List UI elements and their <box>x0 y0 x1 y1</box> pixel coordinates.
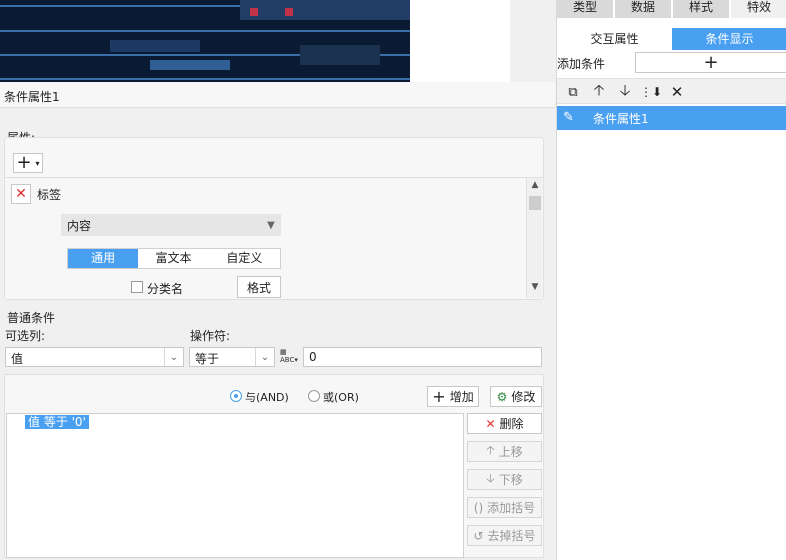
tab-style[interactable]: 样式 <box>673 0 729 18</box>
format-button[interactable]: 格式 <box>237 276 281 298</box>
move-down-label: 下移 <box>498 473 523 487</box>
delete-attribute-button[interactable]: ✕ <box>11 184 31 204</box>
arrow-down-icon[interactable]: 🡣 <box>615 81 635 102</box>
plus-icon: + <box>16 152 32 173</box>
tab-custom[interactable]: 自定义 <box>209 249 280 268</box>
condition-attribute-item[interactable]: ✎ 条件属性1 <box>557 106 786 130</box>
arrow-down-icon: 🡣 <box>486 471 495 485</box>
sort-down-icon[interactable]: ⋮⬇ <box>640 82 662 102</box>
plus-icon: + <box>432 386 446 406</box>
column-select-value: 值 <box>11 352 24 366</box>
copy-icon[interactable]: ⧉ <box>563 82 583 102</box>
move-up-button[interactable]: 🡡 上移 <box>467 441 542 462</box>
tab-general[interactable]: 通用 <box>68 249 139 268</box>
category-checkbox[interactable] <box>131 281 143 293</box>
scroll-down-icon[interactable]: ▼ <box>527 282 543 294</box>
category-checkbox-label: 分类名 <box>147 282 184 296</box>
value-input[interactable]: 0 <box>303 347 542 367</box>
attributes-group: + ▾ ✕ 标签 内容 ▼ 通用 富文本 自定义 分类名 格式 ▲ ▼ <box>4 137 544 300</box>
chevron-down-icon: ⌄ <box>164 348 183 366</box>
delete-condition-button[interactable]: ✕ 删除 <box>467 413 542 434</box>
right-panel: 类型 数据 样式 特效 交互属性 条件显示 添加条件 + ⧉ 🡡 🡣 ⋮⬇ ✕ … <box>556 0 786 560</box>
close-icon: ✕ <box>485 416 496 431</box>
tab-type[interactable]: 类型 <box>557 0 613 18</box>
add-parenthesis-label: 添加括号 <box>487 501 536 515</box>
add-condition-plus-button[interactable]: + <box>635 52 786 73</box>
and-label: 与(AND) <box>245 391 289 404</box>
arrow-up-icon[interactable]: 🡡 <box>589 81 609 102</box>
chart-preview-image <box>0 0 410 82</box>
attribute-list: ✕ 标签 内容 ▼ 通用 富文本 自定义 分类名 格式 ▲ ▼ <box>5 177 543 299</box>
radio-dot <box>234 394 238 398</box>
add-condition-button[interactable]: + 增加 <box>427 386 479 407</box>
attribute-scrollbar[interactable]: ▲ ▼ <box>526 178 542 298</box>
condition-title: 条件属性1 <box>0 82 555 108</box>
operator-select[interactable]: 等于 ⌄ <box>189 347 275 367</box>
modify-condition-button[interactable]: ⚙ 修改 <box>490 386 542 407</box>
scroll-thumb[interactable] <box>529 196 541 210</box>
value-type-icon[interactable]: ▦ ABC▾ <box>280 348 300 366</box>
attribute-label: 标签 <box>37 188 62 202</box>
condition-list[interactable]: 值 等于 '0' <box>6 413 464 558</box>
delete-label: 删除 <box>499 417 524 431</box>
column-label: 可选列: <box>5 329 46 343</box>
plus-icon: + <box>703 52 719 73</box>
scroll-up-icon[interactable]: ▲ <box>527 180 543 192</box>
edit-icon: ✎ <box>563 110 574 125</box>
condition-list-item[interactable]: 值 等于 '0' <box>25 415 89 429</box>
add-condition-label: 添加条件 <box>557 57 606 71</box>
condition-attribute-label: 条件属性1 <box>593 112 649 126</box>
tab-data[interactable]: 数据 <box>615 0 671 18</box>
tab-effect[interactable]: 特效 <box>731 0 786 18</box>
operator-label: 操作符: <box>190 329 231 343</box>
column-select[interactable]: 值 ⌄ <box>5 347 184 367</box>
or-label: 或(OR) <box>323 391 359 404</box>
preview-area <box>0 0 510 82</box>
remove-parenthesis-icon: ↺ <box>473 528 484 543</box>
subtab-condition-display[interactable]: 条件显示 <box>672 28 786 50</box>
add-condition-label: 增加 <box>449 390 474 404</box>
close-icon[interactable]: ✕ <box>667 82 687 102</box>
remove-parenthesis-label: 去掉括号 <box>487 529 536 543</box>
edit-icon: ⚙ <box>496 389 508 404</box>
operator-select-value: 等于 <box>195 352 220 366</box>
arrow-up-icon: 🡡 <box>486 443 495 457</box>
move-down-button[interactable]: 🡣 下移 <box>467 469 542 490</box>
modify-condition-label: 修改 <box>511 390 536 404</box>
format-tabs: 通用 富文本 自定义 <box>67 248 281 269</box>
remove-parenthesis-button[interactable]: ↺ 去掉括号 <box>467 525 542 546</box>
add-attribute-button[interactable]: + ▾ <box>13 153 43 173</box>
add-parenthesis-button[interactable]: () 添加括号 <box>467 497 542 518</box>
tab-rich-text[interactable]: 富文本 <box>138 249 208 268</box>
and-radio[interactable] <box>230 390 242 402</box>
chevron-down-icon: ▼ <box>267 219 275 231</box>
move-up-label: 上移 <box>498 445 523 459</box>
subtab-interaction[interactable]: 交互属性 <box>557 28 672 50</box>
close-icon: ✕ <box>15 186 27 202</box>
chevron-down-icon: ▾ <box>35 158 40 168</box>
chevron-down-icon: ⌄ <box>255 348 274 366</box>
condition-group-label: 普通条件 <box>7 311 56 325</box>
content-select-value: 内容 <box>67 219 92 233</box>
or-radio[interactable] <box>308 390 320 402</box>
content-select[interactable]: 内容 ▼ <box>61 214 281 236</box>
parenthesis-icon: () <box>473 500 484 515</box>
